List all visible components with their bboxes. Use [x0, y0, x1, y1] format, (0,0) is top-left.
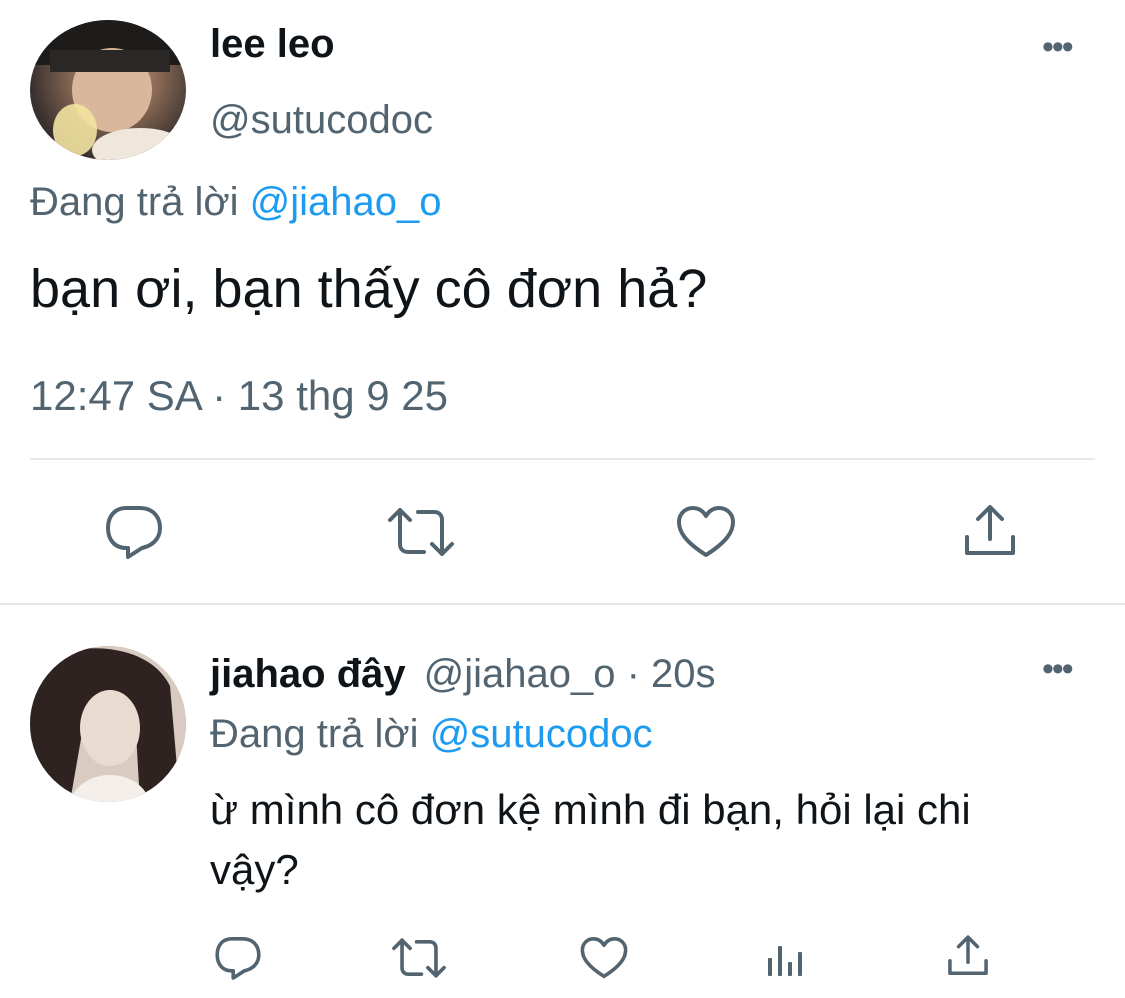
- reply-icon[interactable]: [214, 935, 262, 981]
- reply-handle-time[interactable]: @jiahao_o · 20s: [424, 652, 716, 696]
- share-icon[interactable]: [962, 503, 1018, 559]
- avatar-jiahao[interactable]: [30, 646, 186, 802]
- reply-replying-to-line: Đang trả lời @sutucodoc: [210, 712, 653, 757]
- replying-to-line: Đang trả lời @jiahao_o: [30, 180, 442, 225]
- like-icon[interactable]: [676, 505, 736, 559]
- more-options-icon[interactable]: •••: [1042, 30, 1074, 64]
- reply-display-name[interactable]: jiahao đây: [210, 652, 406, 696]
- retweet-icon[interactable]: [390, 937, 448, 979]
- tweet-text: bạn ơi, bạn thấy cô đơn hả?: [30, 259, 708, 319]
- user-handle[interactable]: @sutucodoc: [210, 98, 433, 143]
- display-name[interactable]: lee leo: [210, 22, 335, 67]
- reply-tweet-text: ừ mình cô đơn kệ mình đi bạn, hỏi lại ch…: [210, 786, 971, 893]
- reply-more-options-icon[interactable]: •••: [1042, 652, 1074, 686]
- retweet-icon[interactable]: [386, 506, 456, 558]
- analytics-icon[interactable]: [766, 938, 806, 978]
- replying-prefix: Đang trả lời: [30, 180, 239, 224]
- reply-header: jiahao đây @jiahao_o · 20s: [210, 652, 716, 697]
- like-icon[interactable]: [580, 936, 628, 980]
- reply-replying-to-mention[interactable]: @sutucodoc: [430, 712, 653, 756]
- divider: [30, 458, 1095, 460]
- reply-replying-prefix: Đang trả lời: [210, 712, 419, 756]
- reply-icon[interactable]: [104, 504, 164, 560]
- avatar-lee-leo[interactable]: [30, 20, 186, 160]
- replying-to-mention[interactable]: @jiahao_o: [250, 180, 442, 224]
- tweet-separator: [0, 603, 1125, 605]
- tweet-timestamp[interactable]: 12:47 SA · 13 thg 9 25: [30, 372, 448, 420]
- share-icon[interactable]: [946, 934, 990, 978]
